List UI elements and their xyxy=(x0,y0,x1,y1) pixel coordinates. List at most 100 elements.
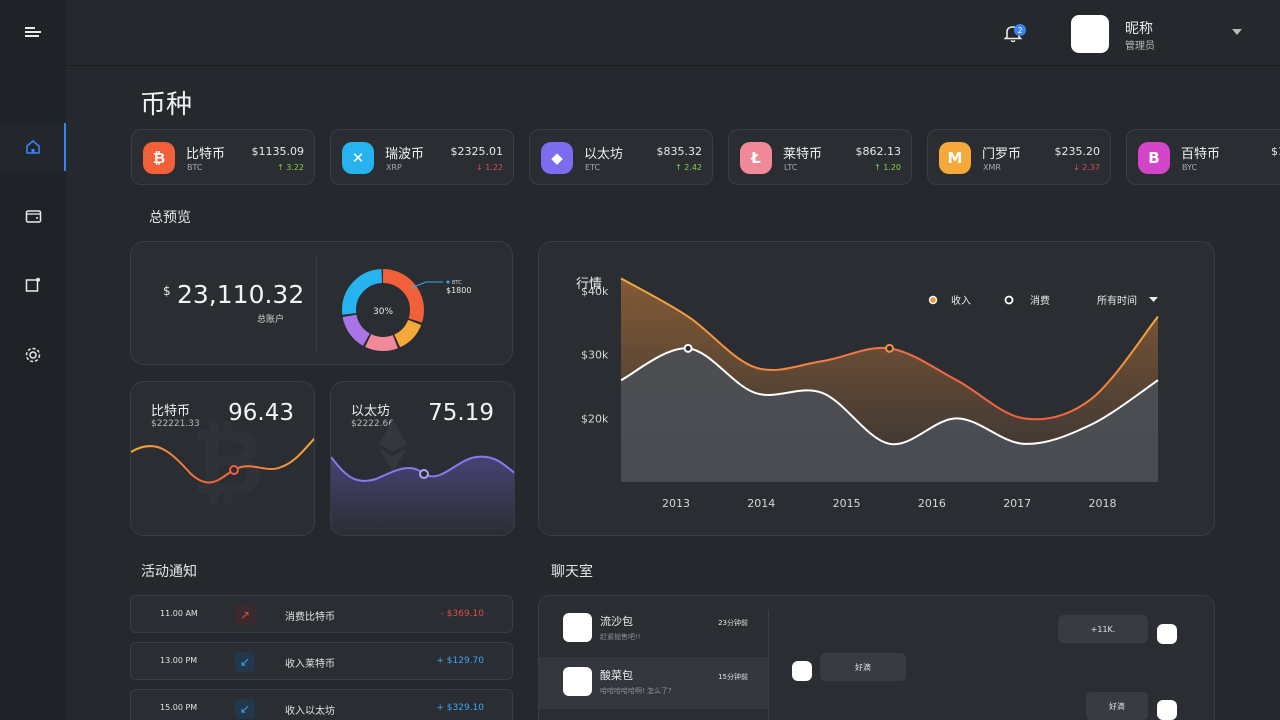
btc-sparkline xyxy=(131,437,314,484)
coin-price: $2325.01 xyxy=(450,145,504,158)
chat-heading: 聊天室 xyxy=(551,564,593,580)
sidebar-item-wallet[interactable] xyxy=(0,192,66,240)
coin-symbol: ETC xyxy=(585,163,601,172)
coin-change: ↓ 1.22 xyxy=(476,163,503,172)
my-avatar xyxy=(1157,624,1177,644)
coin-price: $862.13 xyxy=(855,145,902,158)
chat-bubble-outgoing: +11K. xyxy=(1058,615,1148,643)
coin-price: $235.20 xyxy=(1054,145,1101,158)
divider xyxy=(316,256,317,352)
activity-amount: - $369.10 xyxy=(440,609,484,619)
arrow-down-left-icon: ↙ xyxy=(235,652,255,672)
market-chart-card: 行情 收入 消费 所有时间 $40k $30k $20k 2013 2014 2015 20… xyxy=(538,241,1215,536)
total-balance-card: $ 23,110.32 总账户 30% BTC $1800 xyxy=(130,241,513,365)
home-icon xyxy=(26,139,40,154)
arrow-down-left-icon: ↙ xyxy=(235,699,255,719)
coin-name: 比特币 xyxy=(186,147,226,162)
activity-time: 11.00 AM xyxy=(160,609,198,618)
coin-card[interactable]: ✕ 瑞波币 XRP $2325.01 ↓ 1.22 xyxy=(330,129,514,185)
currency-symbol: $ xyxy=(163,284,171,298)
activity-text: 收入以太坊 xyxy=(285,706,335,717)
overview-heading: 总预览 xyxy=(149,210,191,226)
coin-logo-icon: ◆ xyxy=(541,142,573,174)
coin-price: $1135.09 xyxy=(251,145,305,158)
coin-price: $835.32 xyxy=(656,145,703,158)
activity-amount: + $129.70 xyxy=(436,656,484,666)
coin-card[interactable]: Ł 莱特币 LTC $862.13 ↑ 1.20 xyxy=(728,129,912,185)
arrow-up-icon: ↑ xyxy=(276,163,284,172)
x-tick-label: 2017 xyxy=(1003,497,1031,510)
coin-logo-icon: Ł xyxy=(740,142,772,174)
avatar[interactable] xyxy=(1071,15,1109,53)
btc-mini-card[interactable]: ₿ 比特币 $22221.33 96.43 xyxy=(130,381,315,536)
menu-icon xyxy=(25,27,41,37)
donut-center-label: 30% xyxy=(373,307,393,317)
note-icon xyxy=(25,277,40,292)
coin-change-value: 1.22 xyxy=(485,163,503,172)
coin-symbol: LTC xyxy=(784,163,798,172)
coin-card[interactable]: ₿ 比特币 BTC $1135.09 ↑ 3.22 xyxy=(131,129,315,185)
wallet-icon xyxy=(25,210,41,223)
arrow-up-right-icon: ↗ xyxy=(235,605,255,625)
my-avatar xyxy=(1157,700,1177,720)
contact-name: 酸菜包 xyxy=(600,669,633,682)
y-tick-label: $20k xyxy=(581,412,609,425)
contact-time: 23分钟前 xyxy=(718,619,748,627)
coin-change-value: 2.42 xyxy=(684,163,702,172)
sidebar-item-home[interactable] xyxy=(0,123,66,171)
coin-change-value: 1.20 xyxy=(883,163,901,172)
chat-contact-item[interactable]: 酸菜包 哈哈哈哈哈啊! 怎么了? 15分钟前 xyxy=(539,657,768,709)
coin-card[interactable]: B 百特币BYC $196 xyxy=(1126,129,1280,185)
coin-symbol: BTC xyxy=(187,163,203,172)
chevron-down-icon[interactable] xyxy=(1232,29,1242,35)
x-tick-label: 2014 xyxy=(747,497,775,510)
coin-card[interactable]: ◆ 以太坊 ETC $835.32 ↑ 2.42 xyxy=(529,129,713,185)
activity-amount: + $329.10 xyxy=(436,703,484,713)
sidebar-item-notes[interactable] xyxy=(0,261,66,309)
coin-logo-icon: M xyxy=(939,142,971,174)
contact-avatar xyxy=(792,661,812,681)
y-tick-label: $40k xyxy=(581,285,609,298)
sidebar-item-settings[interactable] xyxy=(0,331,66,379)
coin-name: 瑞波币 xyxy=(385,147,425,162)
activity-row[interactable]: 13.00 PM ↙ 收入莱特币 + $129.70 xyxy=(130,642,513,680)
contact-last-message: 哈哈哈哈哈啊! 怎么了? xyxy=(600,687,672,695)
contact-avatar xyxy=(563,667,592,696)
activity-row[interactable]: 11.00 AM ↗ 消费比特币 - $369.10 xyxy=(130,595,513,633)
x-tick-label: 2016 xyxy=(918,497,946,510)
top-bar: 2 昵称 管理员 xyxy=(66,0,1280,66)
total-balance-label: 总账户 xyxy=(257,315,285,325)
total-balance-value: 23,110.32 xyxy=(177,280,305,309)
menu-toggle-button[interactable] xyxy=(0,8,66,56)
spend-point[interactable] xyxy=(683,343,693,353)
coin-card[interactable]: M 门罗币 XMR $235.20 ↓ 2.37 xyxy=(927,129,1111,185)
user-role: 管理员 xyxy=(1125,41,1155,52)
eth-mini-card[interactable]: 以太坊 $2222.66 75.19 xyxy=(330,381,515,536)
contact-time: 15分钟前 xyxy=(718,673,748,681)
activity-time: 13.00 PM xyxy=(160,656,198,665)
chat-contact-item[interactable]: 流沙包 赶紧抛售吧!! 23分钟前 xyxy=(539,603,768,655)
user-name: 昵称 xyxy=(1125,21,1153,37)
notification-badge: 2 xyxy=(1014,24,1026,36)
arrow-up-icon: ↑ xyxy=(674,163,682,172)
income-point[interactable] xyxy=(885,343,894,353)
coin-name: 百特币 xyxy=(1181,147,1221,162)
ethereum-watermark-icon xyxy=(379,420,407,452)
activity-text: 消费比特币 xyxy=(285,612,335,623)
chat-bubble-incoming: 好滴 xyxy=(820,653,906,681)
coin-symbol: BYC xyxy=(1182,163,1198,172)
coin-name: 以太坊 xyxy=(584,147,624,162)
activity-row[interactable]: 15.00 PM ↙ 收入以太坊 + $329.10 xyxy=(130,689,513,720)
y-tick-label: $30k xyxy=(581,349,609,362)
coin-logo-icon: B xyxy=(1138,142,1170,174)
coin-change: ↑ 2.42 xyxy=(675,163,702,172)
arrow-down-icon: ↓ xyxy=(475,163,483,172)
coin-change: ↓ 2.37 xyxy=(1073,163,1100,172)
coin-logo-icon: ✕ xyxy=(342,142,374,174)
sidebar xyxy=(0,0,66,720)
eth-sparkline xyxy=(331,420,514,535)
arrow-down-icon: ↓ xyxy=(1072,163,1080,172)
page-title: 币种 xyxy=(140,90,193,120)
market-area-chart: $40k $30k $20k 2013 2014 2015 2016 2017 2018 xyxy=(581,277,1159,510)
coin-name: 莱特币 xyxy=(783,147,823,162)
